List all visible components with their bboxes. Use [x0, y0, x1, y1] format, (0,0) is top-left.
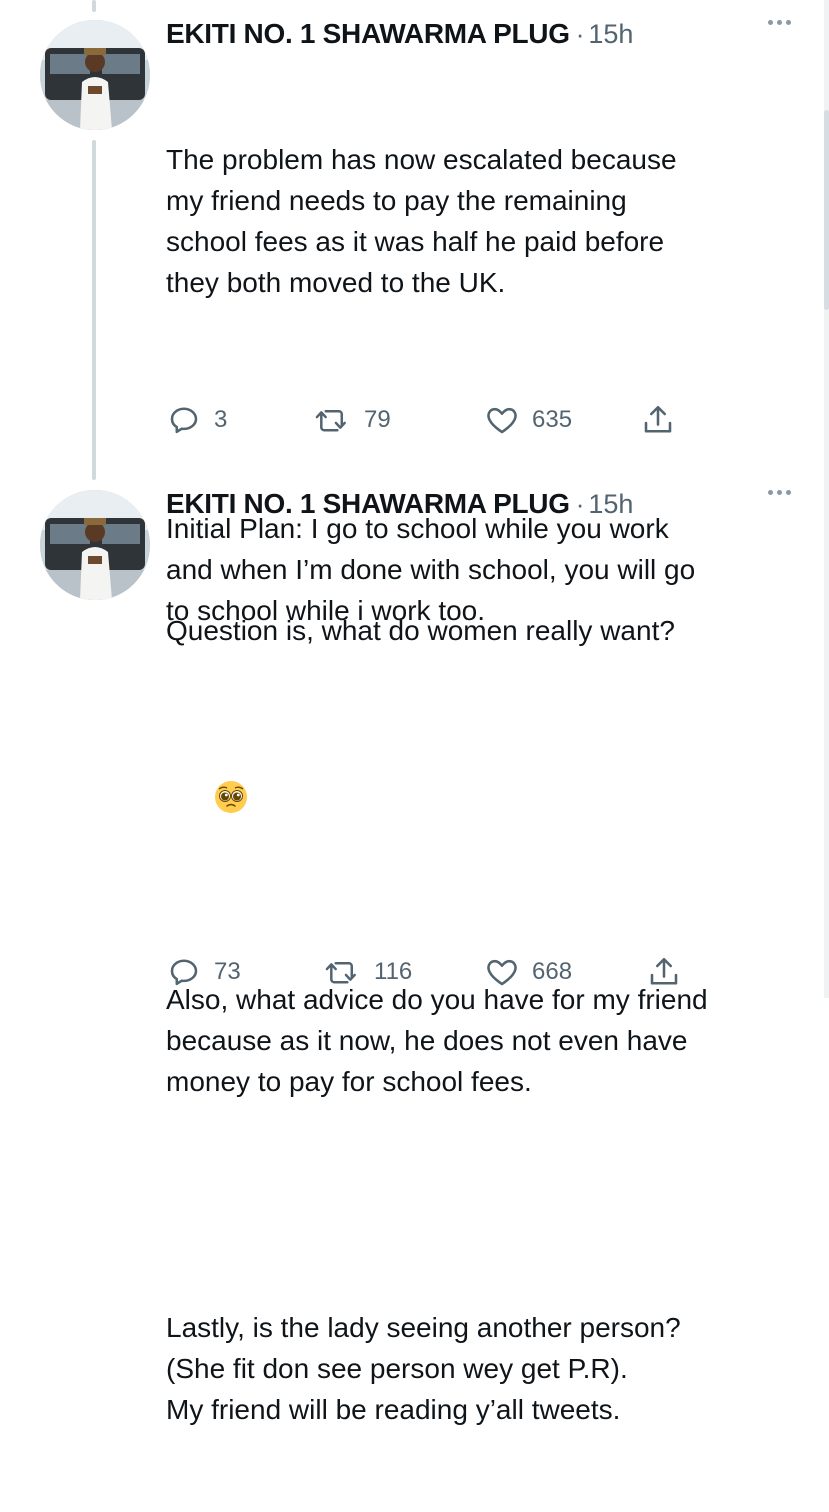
- tweet-actions: 3 79 635: [166, 400, 726, 440]
- retweet-icon: [325, 961, 356, 984]
- tweet[interactable]: EKITI NO. 1 SHAWARMA PLUG · 15h Question…: [0, 470, 829, 1425]
- like-button[interactable]: 668: [484, 952, 572, 992]
- reply-button[interactable]: 73: [166, 952, 241, 992]
- retweet-count: 116: [374, 958, 413, 985]
- tweet-text: Question is, what do women really want? …: [166, 528, 806, 1512]
- separator-dot: ·: [575, 488, 585, 519]
- avatar-image: [40, 20, 150, 130]
- reply-count: 3: [214, 406, 228, 433]
- like-count: 668: [532, 958, 573, 985]
- tweet-paragraph: The problem has now escalated because my…: [166, 144, 677, 298]
- reply-button[interactable]: 3: [166, 400, 227, 440]
- more-icon[interactable]: [768, 490, 791, 495]
- timestamp[interactable]: 15h: [588, 489, 633, 520]
- share-icon: [650, 957, 678, 985]
- retweet-icon: [315, 409, 346, 432]
- pleading-face-emoji: [214, 780, 247, 813]
- emoji-line: [166, 733, 806, 813]
- share-icon: [644, 405, 672, 433]
- tweet-paragraph: Lastly, is the lady seeing another perso…: [166, 1312, 681, 1425]
- avatar[interactable]: [40, 20, 150, 130]
- share-button[interactable]: [640, 400, 676, 440]
- avatar-image: [40, 490, 150, 600]
- like-button[interactable]: 635: [484, 400, 572, 440]
- like-icon: [487, 959, 517, 986]
- more-icon[interactable]: [768, 20, 791, 25]
- reply-icon: [170, 959, 198, 986]
- tweet-header: EKITI NO. 1 SHAWARMA PLUG · 15h: [166, 484, 809, 524]
- author-name[interactable]: EKITI NO. 1 SHAWARMA PLUG: [166, 18, 570, 50]
- like-count: 635: [532, 406, 573, 433]
- author-name[interactable]: EKITI NO. 1 SHAWARMA PLUG: [166, 488, 570, 520]
- reply-count: 73: [214, 958, 241, 985]
- avatar[interactable]: [40, 490, 150, 600]
- retweet-button[interactable]: 116: [324, 952, 412, 992]
- tweet[interactable]: EKITI NO. 1 SHAWARMA PLUG · 15h The prob…: [0, 0, 829, 626]
- retweet-count: 79: [364, 406, 391, 433]
- tweet-paragraph: Question is, what do women really want?: [166, 615, 675, 646]
- like-icon: [487, 407, 517, 434]
- share-button[interactable]: [646, 952, 682, 992]
- reply-icon: [170, 407, 198, 434]
- separator-dot: ·: [575, 18, 585, 49]
- timestamp[interactable]: 15h: [588, 19, 633, 50]
- tweet-header: EKITI NO. 1 SHAWARMA PLUG · 15h: [166, 14, 809, 54]
- retweet-button[interactable]: 79: [314, 400, 391, 440]
- tweet-paragraph: Also, what advice do you have for my fri…: [166, 984, 708, 1097]
- tweet-actions: 73 116 668: [166, 952, 726, 992]
